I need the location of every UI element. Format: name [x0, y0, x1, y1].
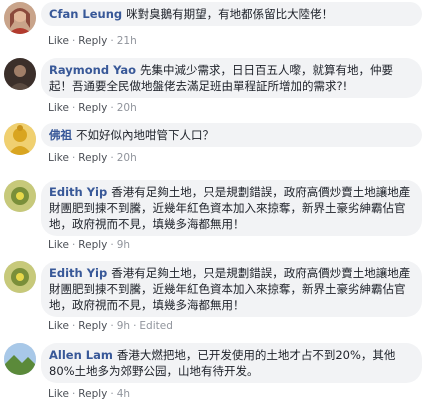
- avatar[interactable]: [4, 123, 36, 155]
- comment-actions: Like · Reply · 4h: [48, 388, 130, 400]
- profile-photo-landscape-icon: [4, 343, 36, 375]
- separator: ·: [110, 152, 114, 164]
- profile-photo-woman-icon: [4, 2, 36, 34]
- separator: ·: [110, 239, 114, 251]
- comment-author[interactable]: Cfan Leung: [49, 7, 122, 21]
- like-link[interactable]: Like: [48, 388, 69, 400]
- comment-author[interactable]: Edith Yip: [49, 266, 107, 280]
- separator: ·: [71, 239, 76, 251]
- profile-photo-flower-icon: [4, 261, 36, 293]
- avatar[interactable]: [4, 343, 36, 375]
- comment-bubble: Raymond Yao 先集中減少需求，日日百五人嚟，就算有地，仲要起！吾通要全民…: [41, 58, 422, 98]
- profile-photo-dark-icon: [4, 58, 36, 90]
- comment-actions: Like · Reply · 20h: [48, 152, 137, 164]
- separator: ·: [133, 320, 137, 332]
- avatar[interactable]: [4, 2, 36, 34]
- comment-bubble: Edith Yip 香港有足夠土地，只是規劃錯誤，政府高價炒賣土地讓地產財團肥到㨂…: [41, 261, 422, 317]
- separator: ·: [110, 102, 114, 114]
- comment-bubble: Edith Yip 香港有足夠土地，只是規劃錯誤，政府高價炒賣土地讓地產財團肥到㨂…: [41, 180, 422, 236]
- profile-photo-buddha-icon: [4, 123, 36, 155]
- reply-link[interactable]: Reply: [78, 320, 107, 332]
- separator: ·: [110, 388, 114, 400]
- like-link[interactable]: Like: [48, 152, 69, 164]
- reply-link[interactable]: Reply: [78, 102, 107, 114]
- like-link[interactable]: Like: [48, 35, 69, 47]
- like-link[interactable]: Like: [48, 102, 69, 114]
- comment-timestamp[interactable]: 21h: [117, 35, 137, 47]
- comment-author[interactable]: Allen Lam: [49, 348, 113, 362]
- separator: ·: [110, 320, 114, 332]
- comment-bubble: Allen Lam 香港大燃把地，已开发使用的土地才占不到20%，其他80%土地多…: [41, 343, 422, 383]
- comment-list: Cfan Leung 咪對臭鵝有期望，有地都係留比大陸佬！ Like · Reply ·…: [0, 0, 426, 409]
- comment-timestamp[interactable]: 9h: [117, 239, 130, 251]
- comment-author[interactable]: Edith Yip: [49, 185, 107, 199]
- comment-actions: Like · Reply · 21h: [48, 35, 137, 47]
- separator: ·: [110, 35, 114, 47]
- reply-link[interactable]: Reply: [78, 239, 107, 251]
- comment-actions: Like · Reply · 9h · Edited: [48, 320, 173, 332]
- reply-link[interactable]: Reply: [78, 388, 107, 400]
- comment-author[interactable]: Raymond Yao: [49, 63, 136, 77]
- avatar[interactable]: [4, 261, 36, 293]
- comment-bubble: 佛祖 不如好似內地咁管下人口？: [41, 123, 422, 147]
- separator: ·: [71, 35, 76, 47]
- comment-timestamp[interactable]: 20h: [117, 102, 137, 114]
- comment-text: 不如好似內地咁管下人口？: [76, 128, 214, 142]
- reply-link[interactable]: Reply: [78, 35, 107, 47]
- comment-actions: Like · Reply · 20h: [48, 102, 137, 114]
- reply-link[interactable]: Reply: [78, 152, 107, 164]
- separator: ·: [71, 102, 76, 114]
- edited-label[interactable]: Edited: [139, 320, 172, 332]
- separator: ·: [71, 320, 76, 332]
- avatar[interactable]: [4, 180, 36, 212]
- comment-actions: Like · Reply · 9h: [48, 239, 130, 251]
- comment-timestamp[interactable]: 9h: [117, 320, 130, 332]
- separator: ·: [71, 388, 76, 400]
- like-link[interactable]: Like: [48, 320, 69, 332]
- comment-author[interactable]: 佛祖: [49, 128, 72, 142]
- comment-bubble: Cfan Leung 咪對臭鵝有期望，有地都係留比大陸佬！: [41, 2, 422, 26]
- comment-text: 咪對臭鵝有期望，有地都係留比大陸佬！: [126, 7, 334, 21]
- separator: ·: [71, 152, 76, 164]
- like-link[interactable]: Like: [48, 239, 69, 251]
- comment-timestamp[interactable]: 4h: [117, 388, 130, 400]
- avatar[interactable]: [4, 58, 36, 90]
- profile-photo-flower-icon: [4, 180, 36, 212]
- comment-timestamp[interactable]: 20h: [117, 152, 137, 164]
